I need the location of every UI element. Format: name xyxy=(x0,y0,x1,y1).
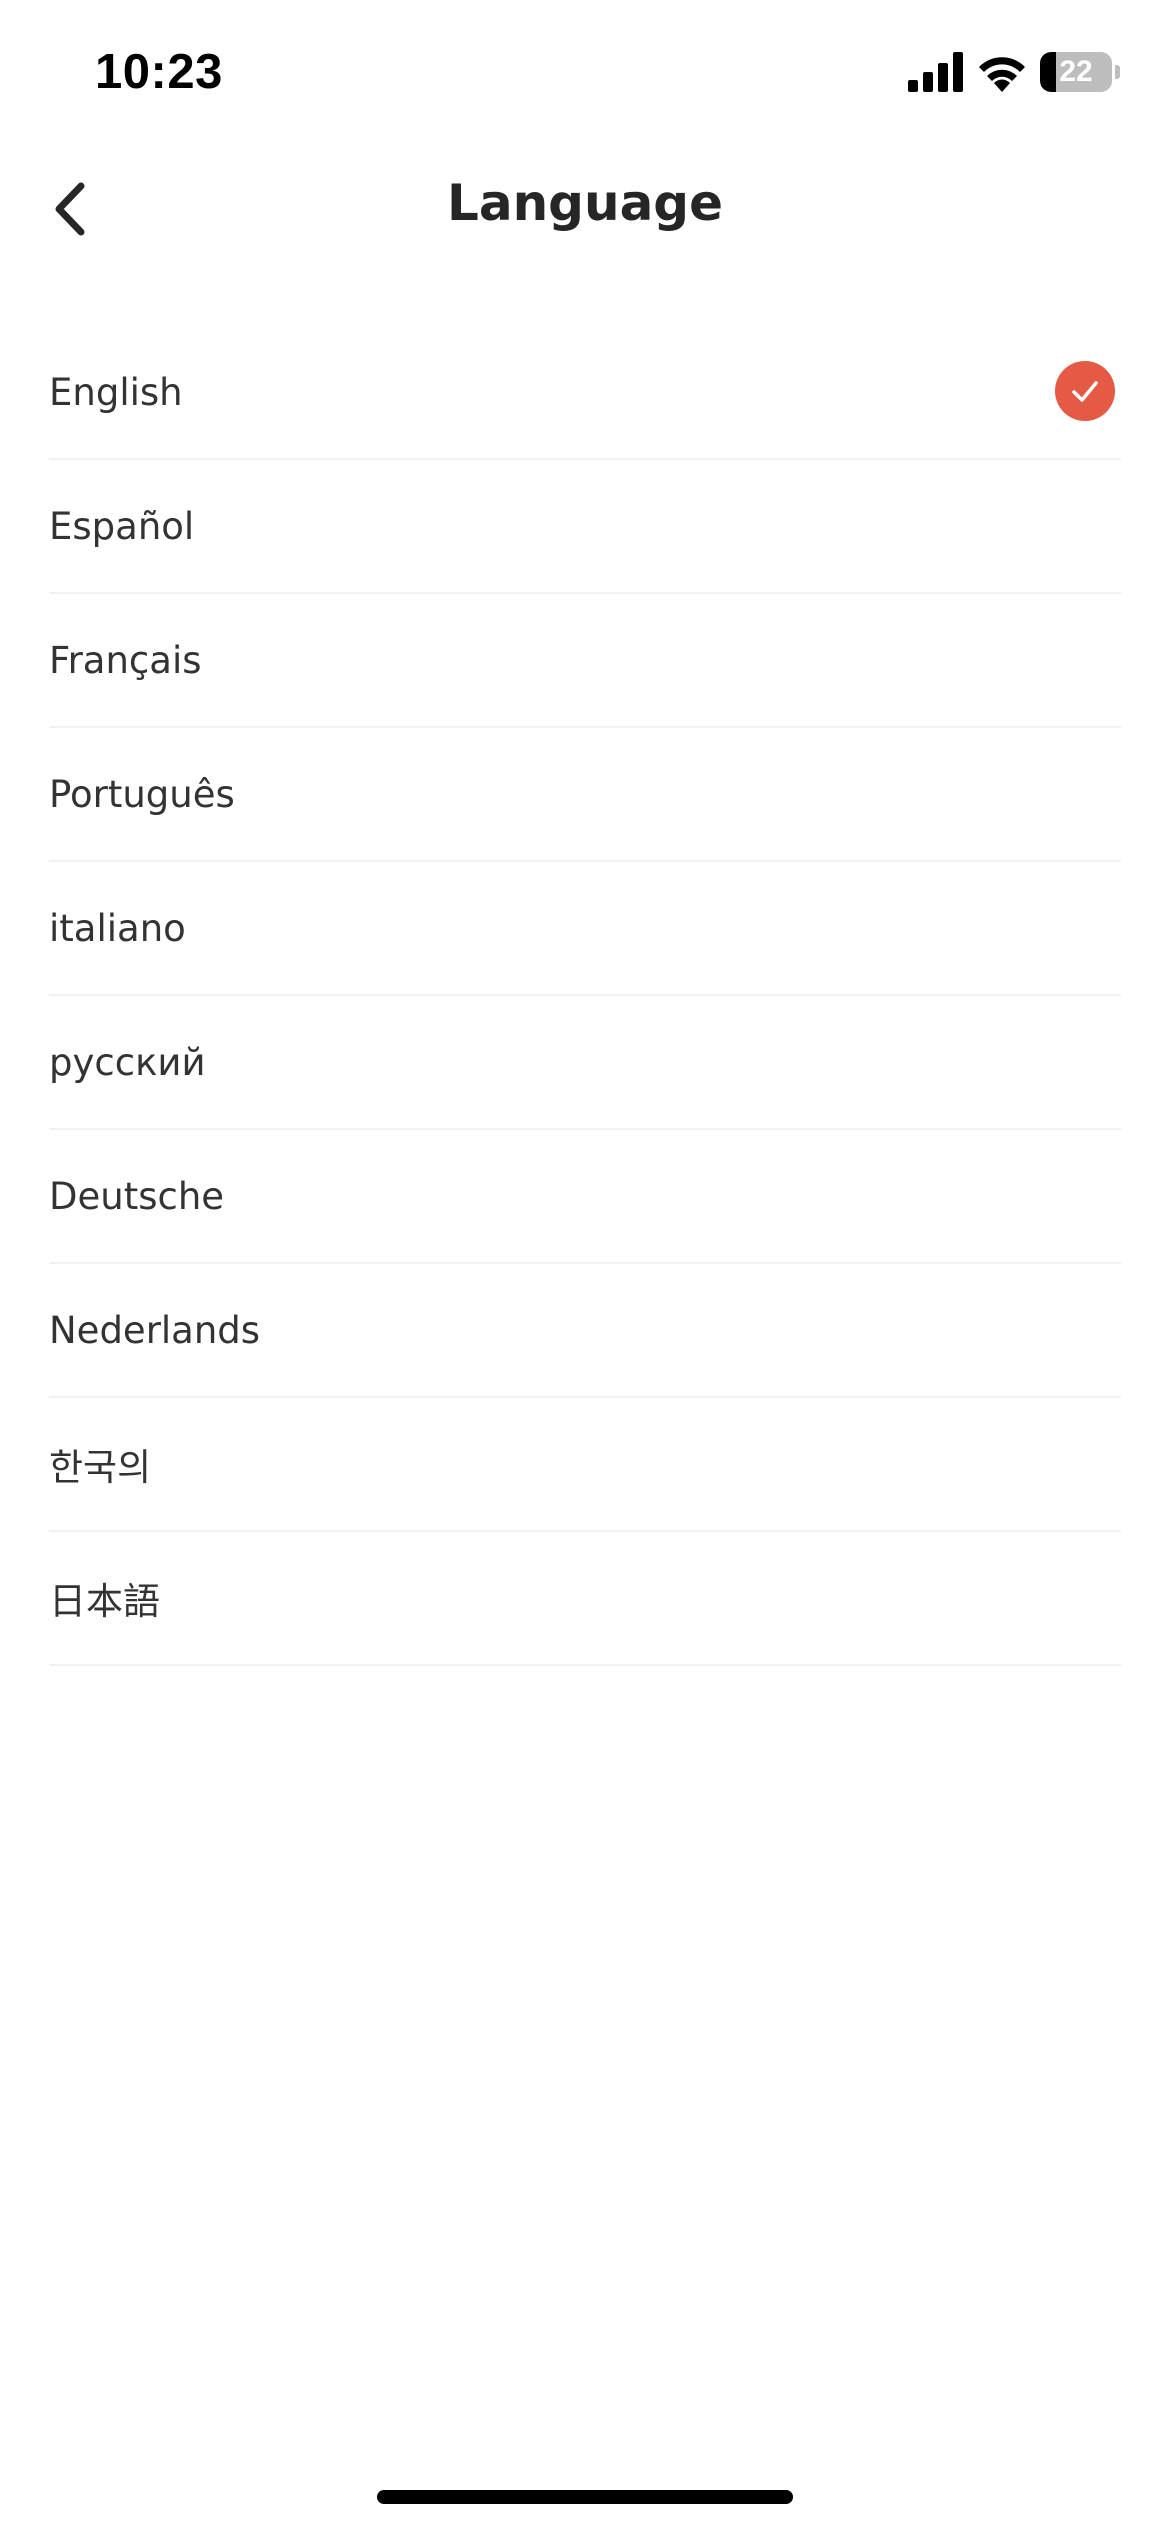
language-item-english[interactable]: English xyxy=(49,326,1121,460)
language-item-italiano[interactable]: italiano xyxy=(49,862,1121,996)
language-item-nederlands[interactable]: Nederlands xyxy=(49,1264,1121,1398)
language-item-francais[interactable]: Français xyxy=(49,594,1121,728)
language-label: 한국의 xyxy=(49,1446,152,1489)
language-label: Français xyxy=(49,638,202,682)
language-item-korean[interactable]: 한국의 xyxy=(49,1398,1121,1532)
cellular-signal-icon xyxy=(908,52,963,92)
language-item-deutsche[interactable]: Deutsche xyxy=(49,1130,1121,1264)
language-label: русский xyxy=(49,1040,206,1084)
language-list: English Español Français Português itali… xyxy=(49,326,1121,1666)
language-label: Nederlands xyxy=(49,1308,261,1352)
check-icon xyxy=(1055,361,1115,421)
status-bar: 10:23 22 xyxy=(0,0,1170,150)
language-label: italiano xyxy=(49,906,186,950)
language-label: Español xyxy=(49,504,195,548)
language-item-portugues[interactable]: Português xyxy=(49,728,1121,862)
language-item-espanol[interactable]: Español xyxy=(49,460,1121,594)
language-label: Português xyxy=(49,772,235,816)
nav-bar: Language xyxy=(0,150,1170,266)
status-time: 10:23 xyxy=(95,45,223,99)
language-label: English xyxy=(49,370,183,414)
wifi-icon xyxy=(979,57,1025,92)
language-label: Deutsche xyxy=(49,1174,225,1218)
page-title: Language xyxy=(446,174,724,232)
language-item-japanese[interactable]: 日本語 xyxy=(49,1532,1121,1666)
battery-icon: 22 xyxy=(1040,52,1120,94)
home-indicator xyxy=(377,2490,793,2504)
language-item-russian[interactable]: русский xyxy=(49,996,1121,1130)
battery-level: 22 xyxy=(1059,55,1093,88)
language-label: 日本語 xyxy=(49,1580,160,1623)
